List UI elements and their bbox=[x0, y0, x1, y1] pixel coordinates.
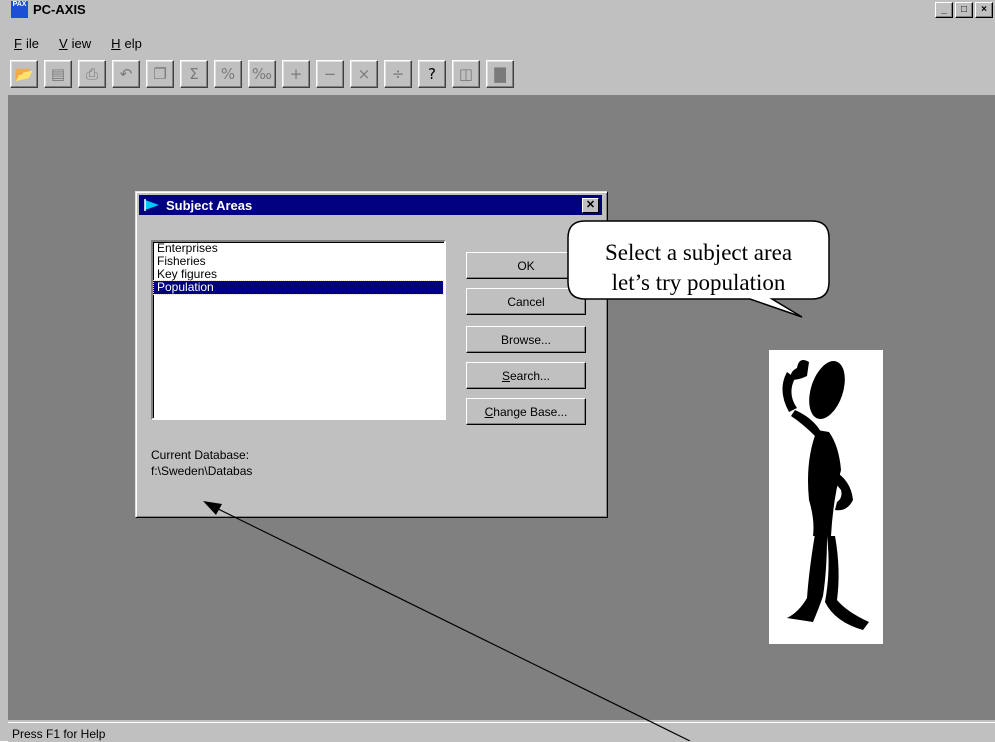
divide-button[interactable]: ÷ bbox=[384, 60, 412, 88]
app-window: PAX PC-AXIS _ □ × File View Help 📂 ▤ ⎙ ↶ ❐ Σ%… bbox=[0, 0, 995, 742]
print-button[interactable]: ⎙ bbox=[78, 60, 106, 88]
divide-icon: ÷ bbox=[391, 65, 405, 83]
title-bar: PAX PC-AXIS _ □ × bbox=[10, 0, 995, 20]
minimize-button[interactable]: _ bbox=[935, 2, 953, 18]
callout-line-2: let’s try population bbox=[611, 270, 786, 295]
menu-file[interactable]: File bbox=[10, 36, 43, 54]
columns-icon: ◫ bbox=[458, 65, 474, 83]
menu-bar: File View Help bbox=[10, 36, 146, 54]
undo-button[interactable]: ↶ bbox=[112, 60, 140, 88]
add-icon: + bbox=[289, 65, 303, 83]
browse-button[interactable]: Browse... bbox=[466, 326, 586, 353]
chart-icon: ▇ bbox=[494, 65, 506, 83]
dialog-title-bar[interactable]: Subject Areas ✕ bbox=[139, 195, 602, 215]
percent-button[interactable]: % bbox=[214, 60, 242, 88]
pennant-icon bbox=[144, 199, 159, 211]
copy-button[interactable]: ❐ bbox=[146, 60, 174, 88]
status-bar: Press F1 for Help bbox=[8, 722, 995, 742]
per-mille-button[interactable]: ‰ bbox=[248, 60, 276, 88]
print-icon: ⎙ bbox=[85, 65, 98, 83]
add-button[interactable]: + bbox=[282, 60, 310, 88]
multiply-button[interactable]: × bbox=[350, 60, 378, 88]
list-item[interactable]: Population bbox=[153, 280, 444, 295]
search-button[interactable]: Search... bbox=[466, 362, 586, 389]
menu-view-rest: iew bbox=[71, 36, 92, 51]
open-icon: 📂 bbox=[14, 65, 34, 83]
copy-icon: ❐ bbox=[153, 65, 167, 83]
subtract-icon: − bbox=[323, 65, 337, 83]
sum-button[interactable]: Σ bbox=[180, 60, 208, 88]
subject-area-list[interactable]: Enterprises Fisheries Key figures Populatio… bbox=[151, 240, 446, 420]
window-controls: _ □ × bbox=[935, 2, 993, 18]
callout-text: Select a subject area let’s try populati… bbox=[567, 238, 830, 298]
callout-line-1: Select a subject area bbox=[604, 240, 793, 265]
dialog-close-button[interactable]: ✕ bbox=[582, 198, 599, 213]
maximize-button[interactable]: □ bbox=[955, 2, 973, 18]
multiply-icon: × bbox=[357, 65, 371, 83]
dialog-title: Subject Areas bbox=[166, 198, 253, 213]
current-database-value: f:\Sweden\Databas bbox=[151, 464, 253, 478]
menu-file-rest: ile bbox=[25, 36, 39, 51]
help-icon: ? bbox=[428, 65, 436, 83]
subject-areas-dialog: Subject Areas ✕ Enterprises Fisheries Key … bbox=[135, 191, 608, 518]
save-button[interactable]: ▤ bbox=[44, 60, 72, 88]
undo-icon: ↶ bbox=[119, 65, 133, 83]
toolbar: 📂 ▤ ⎙ ↶ ❐ Σ% ‰ + − × ÷? ◫ ▇ bbox=[10, 60, 514, 90]
save-icon: ▤ bbox=[50, 65, 66, 83]
columns-button[interactable]: ◫ bbox=[452, 60, 480, 88]
subtract-button[interactable]: − bbox=[316, 60, 344, 88]
per-mille-icon: ‰ bbox=[251, 65, 273, 83]
help-button[interactable]: ? bbox=[418, 60, 446, 88]
open-button[interactable]: 📂 bbox=[10, 60, 38, 88]
close-button[interactable]: × bbox=[975, 2, 993, 18]
percent-icon: % bbox=[220, 65, 236, 83]
app-title: PC-AXIS bbox=[33, 2, 86, 17]
thinking-man-clipart bbox=[769, 350, 883, 644]
change-base-button[interactable]: Change Base... bbox=[466, 398, 586, 425]
chart-button[interactable]: ▇ bbox=[486, 60, 514, 88]
current-database-label: Current Database: bbox=[151, 448, 250, 462]
menu-help-rest: elp bbox=[124, 36, 142, 51]
menu-help[interactable]: Help bbox=[107, 36, 146, 54]
pc-axis-app-icon[interactable]: PAX bbox=[11, 1, 28, 18]
menu-view[interactable]: View bbox=[55, 36, 95, 54]
sum-icon: Σ bbox=[189, 65, 199, 83]
status-text: Press F1 for Help bbox=[12, 727, 106, 741]
